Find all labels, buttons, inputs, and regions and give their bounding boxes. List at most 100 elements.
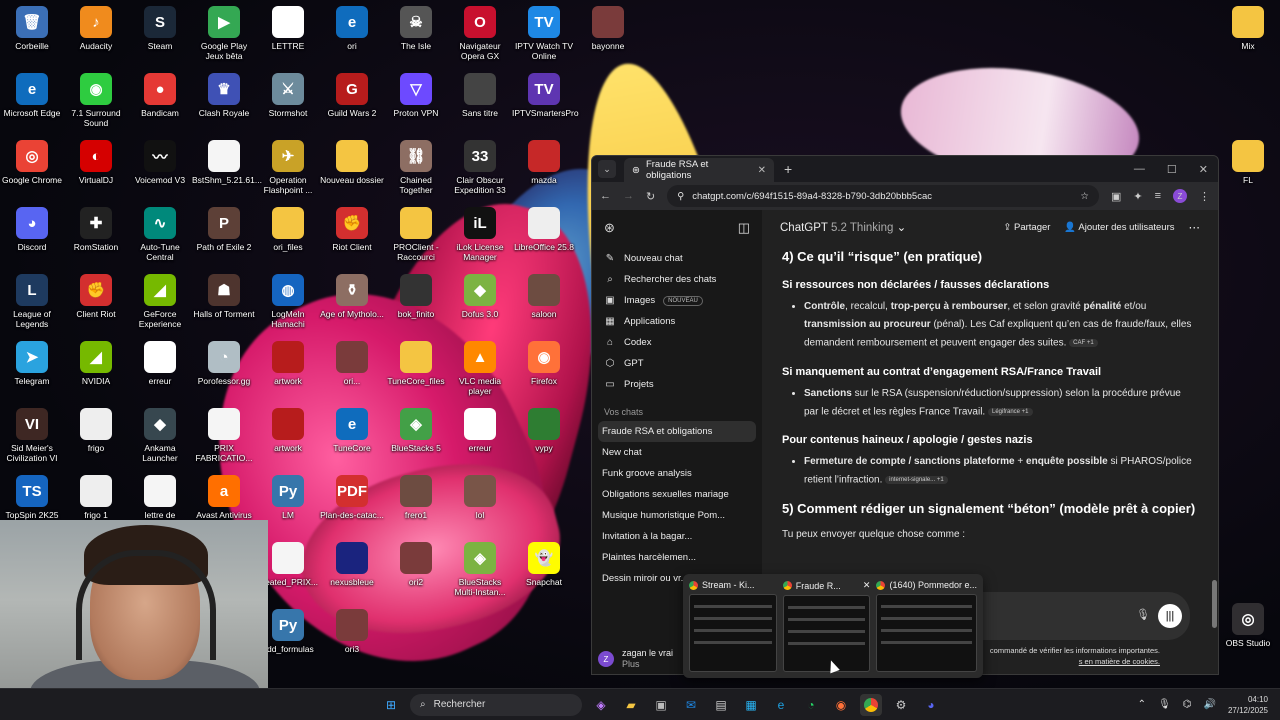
desktop-icon[interactable]: 33 Clair Obscur Expedition 33	[448, 140, 512, 195]
desktop-icon[interactable]: lol	[448, 475, 512, 520]
discord-icon[interactable]: ◕	[920, 694, 942, 716]
desktop-icon[interactable]: ◆ Ankama Launcher	[128, 408, 192, 463]
sidebar-nav-item[interactable]: ▭ Projets	[598, 374, 756, 395]
desktop-icon[interactable]: ◔ Porofessor.gg	[192, 341, 256, 386]
desktop-icon[interactable]: G Guild Wars 2	[320, 73, 384, 118]
desktop-icon[interactable]: ∿ Auto-Tune Central	[128, 207, 192, 262]
sidebar-nav-item[interactable]: ⌂ Codex	[598, 332, 756, 353]
browser-menu-icon[interactable]: ⋮	[1199, 190, 1210, 203]
desktop-icon[interactable]: ori2	[384, 542, 448, 587]
reload-icon[interactable]: ↻	[646, 190, 655, 203]
browser-tab-active[interactable]: ⊛ Fraude RSA et obligations ✕	[624, 158, 774, 182]
desktop-icon[interactable]: Sans titre	[448, 73, 512, 118]
desktop-icon[interactable]: frigo	[64, 408, 128, 453]
desktop-icon[interactable]: ◈ BlueStacks Multi-Instan...	[448, 542, 512, 597]
profile-avatar[interactable]: Z	[1173, 189, 1187, 203]
desktop-icon[interactable]: ▽ Proton VPN	[384, 73, 448, 118]
desktop-icon[interactable]: ori3	[320, 609, 384, 654]
outlook-icon[interactable]: ✉	[680, 694, 702, 716]
desktop-icon[interactable]: ◆ Dofus 3.0	[448, 274, 512, 319]
photos-icon[interactable]: ▦	[740, 694, 762, 716]
more-options-icon[interactable]: ⋯	[1189, 220, 1201, 234]
desktop-icon[interactable]: BstShm_5.21.61...	[192, 140, 262, 185]
desktop-icon[interactable]: ✊ Client Riot	[64, 274, 128, 319]
chat-history-item[interactable]: Funk groove analysis	[598, 463, 756, 484]
user-account[interactable]: Z zagan le vrai Plus	[598, 648, 673, 670]
desktop-icon[interactable]: Nouveau dossier	[320, 140, 384, 185]
sidebar-nav-item[interactable]: ⌕ Rechercher des chats	[598, 269, 756, 290]
desktop-icon[interactable]: FL	[1216, 140, 1280, 185]
tab-search-button[interactable]: ⌄	[598, 160, 616, 178]
desktop-icon[interactable]: TS TopSpin 2K25	[0, 475, 64, 520]
close-preview-icon[interactable]: ✕	[863, 580, 871, 591]
desktop-icon[interactable]: vypy	[512, 408, 576, 453]
chat-history-item[interactable]: New chat	[598, 442, 756, 463]
desktop-icon[interactable]: artwork	[256, 341, 320, 386]
source-chip[interactable]: internet-signale... +1	[885, 476, 948, 485]
desktop-icon[interactable]: Mix	[1216, 6, 1280, 51]
desktop-icon[interactable]: Py LM	[256, 475, 320, 520]
desktop-icon[interactable]: ➤ Telegram	[0, 341, 64, 386]
desktop-icon[interactable]: a Avast Antivirus	[192, 475, 256, 520]
desktop-icon[interactable]: ✈ Operation Flashpoint ...	[256, 140, 320, 195]
desktop-icon[interactable]: O Navigateur Opera GX	[448, 6, 512, 61]
desktop-icon[interactable]: ▶ Google Play Jeux bêta	[192, 6, 256, 61]
edge-icon[interactable]: e	[770, 694, 792, 716]
sidebar-nav-item[interactable]: ⬡ GPT	[598, 353, 756, 374]
desktop-icon[interactable]: ◍ LogMeIn Hamachi	[256, 274, 320, 329]
file-explorer-icon[interactable]: ▰	[620, 694, 642, 716]
copilot-icon[interactable]: ◈	[590, 694, 612, 716]
media-controls-icon[interactable]: ≡	[1155, 190, 1161, 202]
desktop-icon[interactable]: ✚ RomStation	[64, 207, 128, 252]
desktop-icon[interactable]: ◢ GeForce Experience	[128, 274, 192, 329]
maximize-button[interactable]: ☐	[1167, 163, 1177, 176]
desktop-icon[interactable]: nexusbleue	[320, 542, 384, 587]
desktop-icon[interactable]: 〰 Voicemod V3	[128, 140, 192, 185]
desktop-icon[interactable]: TuneCore_files	[384, 341, 448, 386]
taskbar-search[interactable]: ⌕ Rechercher	[410, 693, 582, 716]
desktop-icon[interactable]: frero1	[384, 475, 448, 520]
close-tab-icon[interactable]: ✕	[758, 165, 766, 176]
desktop-icon[interactable]: ori_files	[256, 207, 320, 252]
chrome-icon[interactable]	[860, 693, 882, 716]
desktop-icon[interactable]: ⚱ Age of Mytholo...	[320, 274, 384, 319]
desktop-icon[interactable]: bok_finito	[384, 274, 448, 319]
clock[interactable]: 04:10 27/12/2025	[1228, 694, 1268, 716]
desktop-icon[interactable]: e TuneCore	[320, 408, 384, 453]
scrollbar[interactable]	[1212, 580, 1217, 628]
store-icon[interactable]: ▣	[650, 694, 672, 716]
share-button[interactable]: ⇪ Partager	[1003, 222, 1050, 233]
toggle-sidebar-icon[interactable]: ◫	[738, 220, 750, 236]
close-window-button[interactable]: ✕	[1199, 163, 1208, 176]
terminal-icon[interactable]: ▤	[710, 694, 732, 716]
desktop-icon[interactable]: S Steam	[128, 6, 192, 51]
extension-icon[interactable]: ▣	[1111, 190, 1121, 203]
model-selector[interactable]: ChatGPT 5.2 Thinking ⌄	[780, 220, 906, 234]
desktop-icon[interactable]: P Path of Exile 2	[192, 207, 256, 252]
desktop-icon[interactable]: PDF Plan-des-catac...	[320, 475, 384, 520]
sidebar-nav-item[interactable]: ✎ Nouveau chat	[598, 248, 756, 269]
chat-history-item[interactable]: Plaintes harcèlemen...	[598, 547, 756, 568]
source-chip[interactable]: Légifrance +1	[987, 407, 1033, 416]
volume-icon[interactable]: 🔊	[1204, 699, 1216, 710]
whatsapp-icon[interactable]: ◔	[800, 694, 822, 716]
back-icon[interactable]: ←	[600, 190, 611, 202]
desktop-icon[interactable]: ◎ Google Chrome	[0, 140, 64, 185]
desktop-icon[interactable]: ◈ BlueStacks 5	[384, 408, 448, 453]
address-bar[interactable]: ⚲ chatgpt.com/c/694f1515-89a4-8328-b790-…	[667, 185, 1099, 207]
desktop-icon[interactable]: ☠ The Isle	[384, 6, 448, 51]
desktop-icon[interactable]: ✊ Riot Client	[320, 207, 384, 252]
network-icon[interactable]: ⌬	[1183, 699, 1192, 710]
desktop-icon[interactable]: LETTRE	[256, 6, 320, 51]
source-chip[interactable]: CAF +1	[1069, 339, 1098, 347]
desktop-icon[interactable]: lettre de	[128, 475, 192, 520]
chat-history-item[interactable]: Invitation à la bagar...	[598, 526, 756, 547]
microphone-icon[interactable]: 🎙	[1136, 608, 1150, 621]
window-preview[interactable]: (1640) Pommedor e...	[876, 580, 978, 672]
voice-mode-button[interactable]: |||	[1158, 604, 1182, 628]
desktop-icon[interactable]: ori...	[320, 341, 384, 386]
firefox-icon[interactable]: ◉	[830, 694, 852, 716]
desktop-icon[interactable]: ◕ Discord	[0, 207, 64, 252]
desktop-icon[interactable]: frigo 1	[64, 475, 128, 520]
desktop-icon[interactable]: TV IPTVSmartersPro	[512, 73, 579, 118]
